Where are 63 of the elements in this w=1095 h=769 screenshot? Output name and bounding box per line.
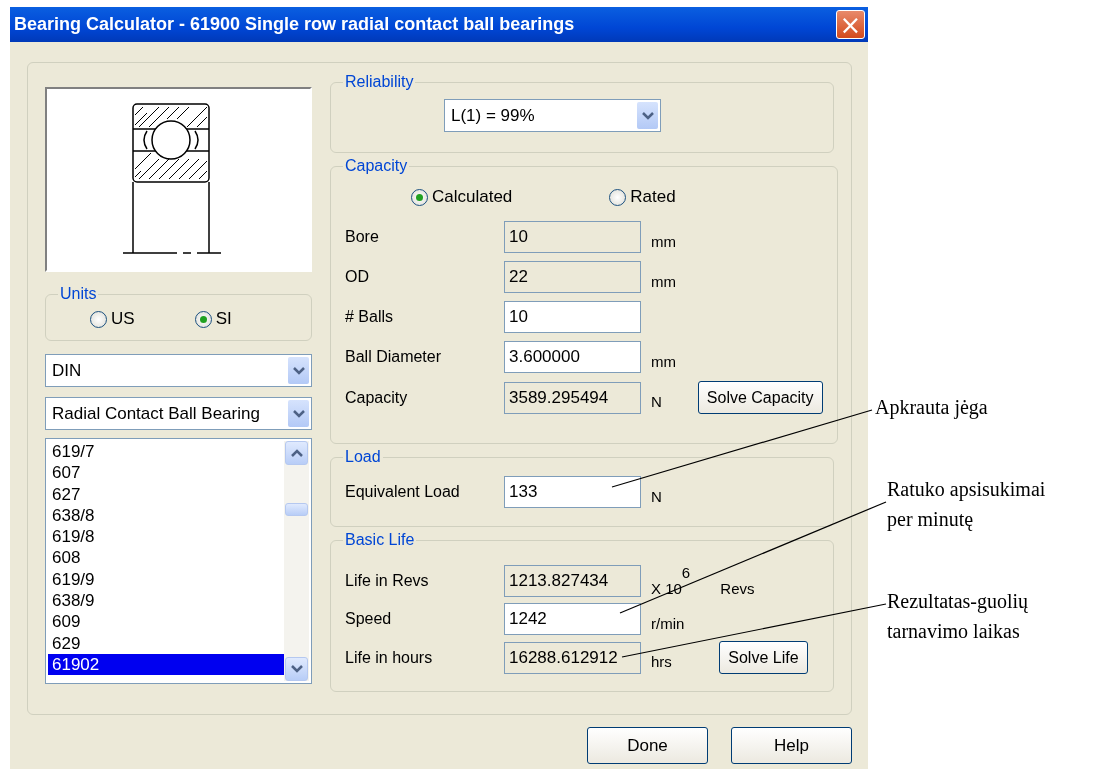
list-item[interactable]: 638/8: [48, 504, 284, 527]
list-item[interactable]: 627: [48, 483, 284, 505]
radio-button[interactable]: Rated: [609, 187, 676, 207]
chevron-down-icon: [290, 665, 303, 673]
list-item[interactable]: 619/7: [48, 441, 284, 463]
input-field[interactable]: 1213.827434: [504, 565, 641, 597]
group-label: Units: [59, 285, 98, 303]
dialog-button[interactable]: Done: [587, 727, 708, 764]
solve-button[interactable]: Solve Capacity: [697, 381, 823, 414]
unit-label: hrs: [651, 652, 673, 670]
group-label: Basic Life: [344, 531, 416, 549]
group-label: Load: [344, 448, 382, 466]
chevron-down-icon: [292, 366, 305, 375]
window-title: Bearing Calculator - 61900 Single row radial contact ball bearings: [14, 14, 575, 35]
list-item[interactable]: 619/8: [48, 526, 284, 548]
chevron-up-icon: [290, 449, 303, 457]
scrollbar[interactable]: [284, 441, 309, 681]
field-label: Ball Diameter: [345, 348, 443, 366]
unit-label: mm: [651, 351, 677, 370]
unit-label: mm: [651, 231, 677, 250]
field-label: OD: [345, 268, 370, 286]
annotation-text: Ratuko apsisukimai per minutę: [887, 477, 1046, 533]
dialog-button[interactable]: Help: [731, 727, 852, 764]
radio-button[interactable]: SI: [194, 309, 232, 329]
unit-label: N: [651, 392, 662, 410]
field-label: Life in hours: [345, 648, 434, 667]
annotation-text: Rezultatas-guolių tarnavimo laikas: [887, 589, 1029, 644]
field-label: # Balls: [345, 308, 395, 326]
field-label: Life in Revs: [345, 572, 430, 590]
input-field[interactable]: 3589.295494: [504, 381, 641, 414]
input-field[interactable]: 10: [504, 221, 641, 253]
standard-dropdown[interactable]: DIN: [45, 354, 312, 387]
group-label: Capacity: [344, 157, 409, 175]
chevron-down-icon: [641, 111, 654, 120]
field-label: Capacity: [345, 388, 409, 407]
input-field[interactable]: 1242: [504, 603, 641, 635]
list-item[interactable]: 608: [48, 547, 284, 569]
list-item[interactable]: 629: [48, 632, 284, 654]
input-field[interactable]: 10: [504, 301, 641, 333]
input-field[interactable]: 133: [504, 476, 641, 508]
list-item[interactable]: 609: [48, 611, 284, 633]
list-item[interactable]: 638/9: [48, 590, 284, 612]
unit-label: N: [651, 486, 663, 505]
unit-label: mm: [651, 271, 677, 290]
radio-button[interactable]: Calculated: [411, 187, 513, 207]
radio-button[interactable]: US: [90, 309, 135, 329]
solve-button[interactable]: Solve Life: [719, 641, 808, 674]
field-label: Equivalent Load: [345, 483, 461, 501]
list-item[interactable]: 607: [48, 462, 284, 484]
reliability-dropdown[interactable]: L(1) = 99%: [444, 99, 661, 132]
annotation-text: Apkrauta jėga: [875, 395, 988, 421]
list-item[interactable]: 61902: [48, 653, 284, 676]
field-label: Speed: [345, 610, 393, 628]
group-label: Reliability: [344, 73, 415, 91]
list-item[interactable]: 619/9: [48, 568, 284, 591]
type-dropdown[interactable]: Radial Contact Ball Bearing: [45, 397, 312, 430]
scroll-thumb[interactable]: [285, 503, 308, 516]
input-field[interactable]: 22: [504, 261, 641, 293]
chevron-down-icon: [292, 409, 305, 418]
input-field[interactable]: 3.600000: [504, 341, 641, 373]
unit-label: r/min: [651, 613, 686, 632]
input-field[interactable]: 16288.612912: [504, 641, 641, 674]
field-label: Bore: [345, 228, 380, 246]
